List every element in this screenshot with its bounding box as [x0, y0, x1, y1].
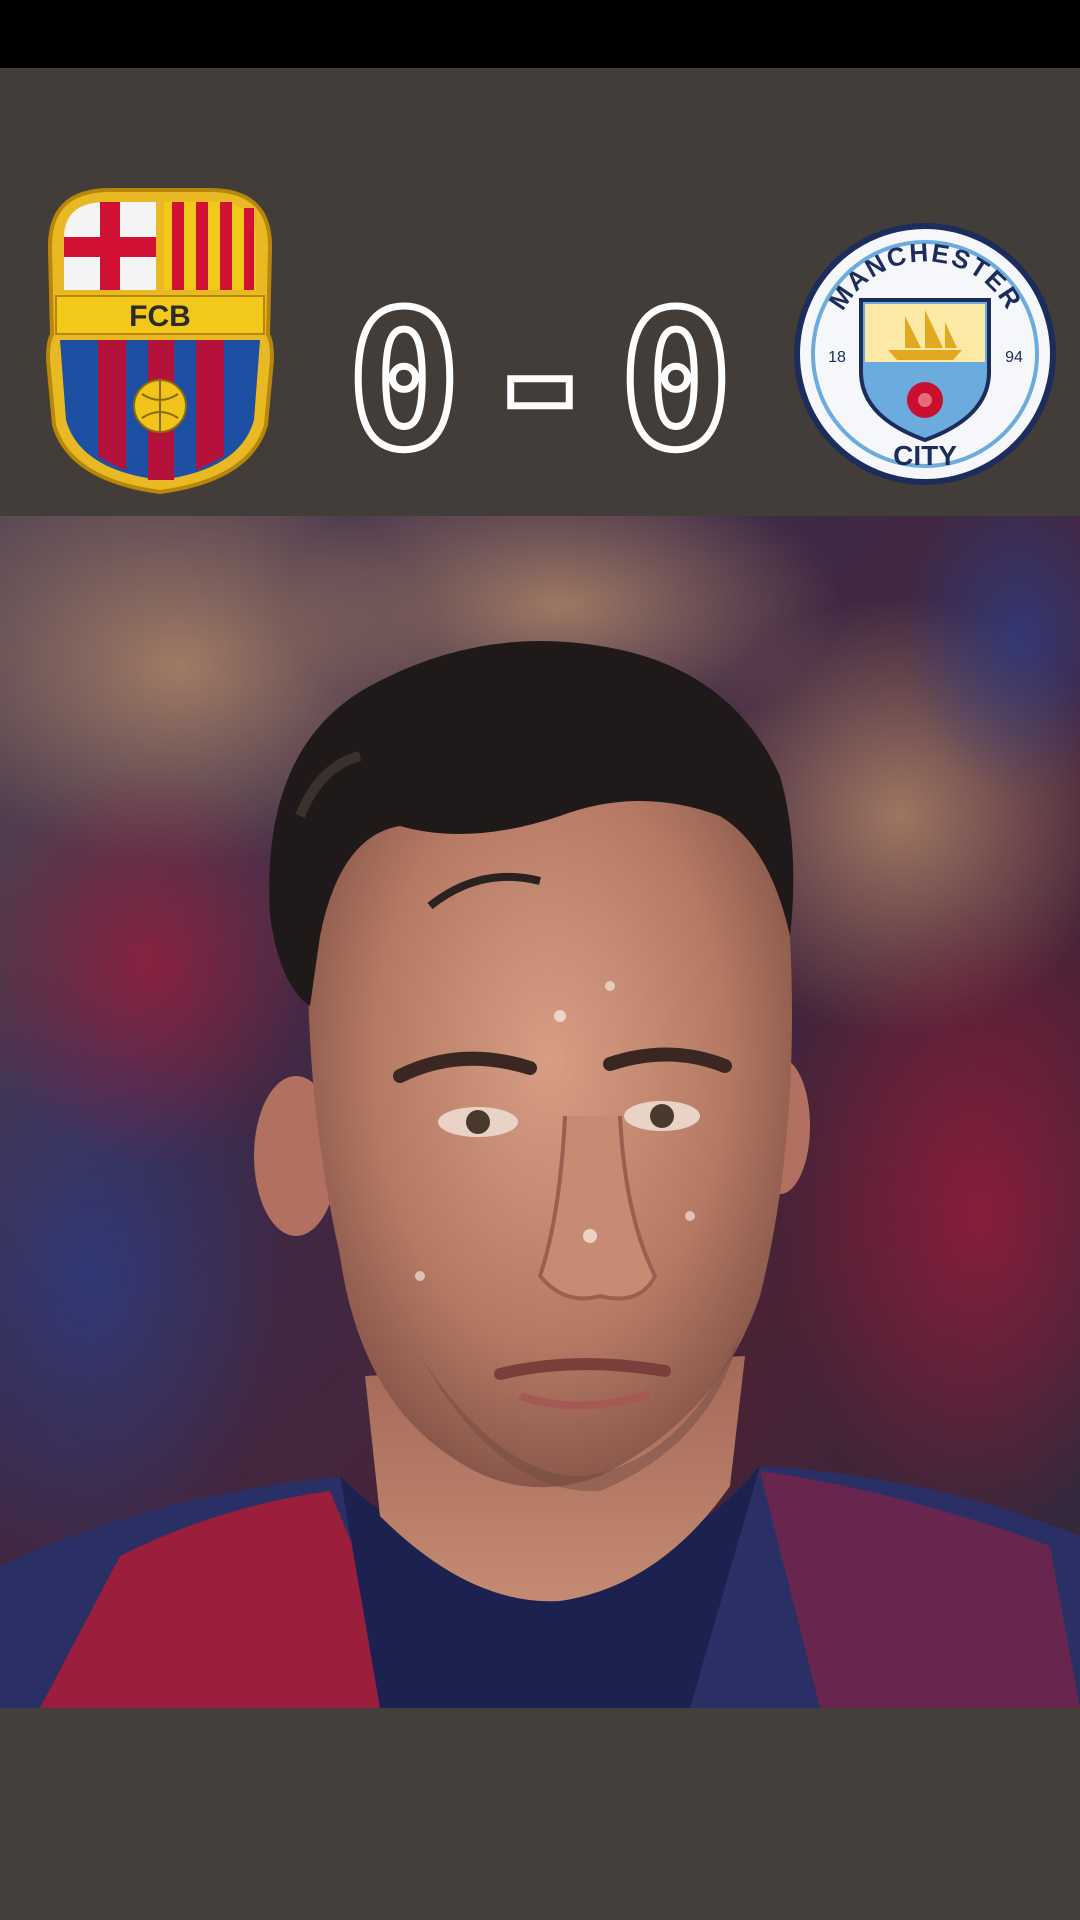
score-display: 0 - 0 — [343, 283, 736, 463]
manchester-city-crest-icon: MANCHESTER CITY 18 94 — [794, 223, 1056, 485]
bottom-letterbox — [0, 1708, 1080, 1920]
video-frame — [0, 516, 1080, 1708]
score-separator: - — [483, 283, 597, 463]
mancity-bottom-text: CITY — [893, 440, 957, 471]
home-score: 0 — [347, 283, 461, 463]
fcb-crest-text: FCB — [129, 300, 191, 333]
away-score: 0 — [619, 283, 733, 463]
fc-barcelona-crest-icon: FCB — [45, 188, 275, 495]
top-black-bar — [0, 0, 1080, 68]
mancity-year-left: 18 — [828, 349, 846, 366]
mancity-year-right: 94 — [1005, 349, 1023, 366]
video-screen: FCB 0 - 0 MANCHESTER CITY 18 94 — [0, 0, 1080, 1920]
